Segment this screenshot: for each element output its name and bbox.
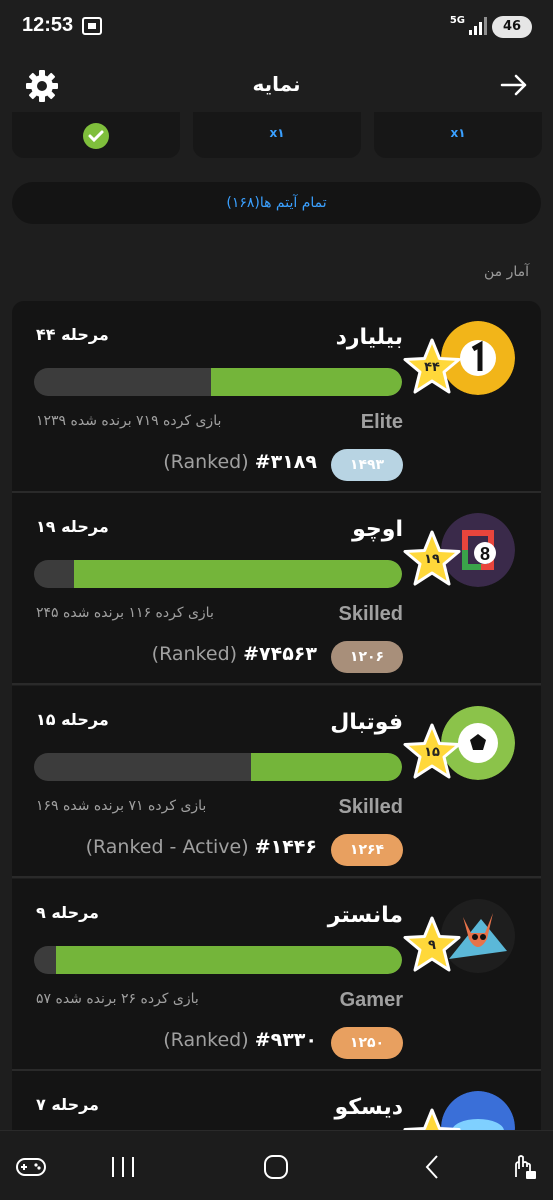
item-card-3[interactable]: x۱ bbox=[374, 112, 542, 158]
game-stats-card[interactable]: 8 ۱۹ اوچو مرحله ۱۹ Skilled ۲۴۵ بازی کرده ۱۱۶ … bbox=[12, 493, 541, 683]
level-star-icon: ۴۴ bbox=[401, 337, 463, 397]
accessibility-icon bbox=[515, 1155, 536, 1179]
all-items-button[interactable]: تمام آیتم ها(۱۶۸) bbox=[12, 182, 541, 224]
recent-apps-button[interactable] bbox=[108, 1153, 138, 1181]
status-bar: 12:53 5G 46 bbox=[0, 0, 553, 56]
level-progress-bar bbox=[34, 368, 402, 396]
game-stats-card[interactable]: ۹ مانستر مرحله ۹ Gamer ۵۷ بازی کرده ۲۶ برنده… bbox=[12, 879, 541, 1069]
skill-tier: Skilled bbox=[338, 603, 403, 625]
card-divider bbox=[12, 683, 541, 685]
rank-text: (Ranked) #۹۳۳۰ bbox=[163, 1029, 317, 1051]
progress-fill bbox=[56, 946, 402, 974]
games-stats: ۲۴۵ بازی کرده ۱۱۶ برنده شده bbox=[36, 605, 214, 621]
rank-mode: (Ranked) bbox=[163, 1029, 249, 1051]
rank-text: (Ranked - Active) #۱۴۴۶ bbox=[86, 836, 317, 858]
item-card-2[interactable]: x۱ bbox=[193, 112, 361, 158]
game-level: مرحله ۱۵ bbox=[36, 710, 109, 729]
game-name: دیسکو bbox=[334, 1095, 403, 1120]
skill-tier: Elite bbox=[360, 411, 403, 433]
game-name: فوتبال bbox=[330, 710, 403, 735]
game-name: مانستر bbox=[327, 903, 403, 928]
games-stats: ۱۶۹ بازی کرده ۷۱ برنده شده bbox=[36, 798, 207, 814]
rank-text: (Ranked) #۳۱۸۹ bbox=[163, 451, 317, 473]
battery-indicator: 46 bbox=[492, 16, 532, 38]
rank-mode: (Ranked) bbox=[163, 451, 249, 473]
network-indicator: 5G bbox=[449, 15, 465, 26]
accessibility-button[interactable] bbox=[508, 1153, 538, 1181]
svg-text:8: 8 bbox=[480, 544, 490, 564]
page-title: نمایه bbox=[252, 72, 301, 96]
home-button[interactable] bbox=[261, 1153, 291, 1181]
arrow-right-icon bbox=[500, 74, 527, 96]
star-level: ۱۹ bbox=[424, 552, 440, 567]
star-level: ۱۵ bbox=[424, 745, 440, 760]
system-nav-bar bbox=[0, 1130, 553, 1200]
rating-badge: ۱۲۶۴ bbox=[331, 834, 403, 866]
back-icon bbox=[425, 1155, 438, 1179]
home-icon bbox=[264, 1155, 288, 1179]
rating-badge: ۱۲۵۰ bbox=[331, 1027, 403, 1059]
item-count: x۱ bbox=[450, 126, 466, 140]
signal-icon bbox=[469, 17, 487, 35]
game-level: مرحله ۷ bbox=[36, 1095, 99, 1114]
skill-tier: Skilled bbox=[338, 796, 403, 818]
game-launcher-button[interactable] bbox=[16, 1153, 46, 1181]
rank-number: #۷۴۵۶۳ bbox=[243, 643, 317, 665]
star-level: ۴۴ bbox=[424, 360, 440, 375]
progress-fill bbox=[74, 560, 402, 588]
progress-fill bbox=[210, 368, 402, 396]
level-star-icon: ۹ bbox=[401, 915, 463, 975]
check-icon bbox=[83, 123, 109, 149]
skill-tier: Gamer bbox=[339, 989, 403, 1011]
game-level: مرحله ۱۹ bbox=[36, 517, 109, 536]
game-stats-card[interactable]: ۱۵ فوتبال مرحله ۱۵ Skilled ۱۶۹ بازی کرده ۷۱ … bbox=[12, 686, 541, 876]
gamepad-icon bbox=[16, 1158, 46, 1176]
rank-number: #۱۴۴۶ bbox=[254, 836, 317, 858]
rank-number: #۳۱۸۹ bbox=[254, 451, 317, 473]
rank-mode: (Ranked) bbox=[151, 643, 238, 665]
rank-text: (Ranked) #۷۴۵۶۳ bbox=[152, 643, 317, 665]
section-title-my-stats: آمار من bbox=[483, 264, 529, 280]
screen-cast-icon bbox=[82, 17, 102, 35]
game-name: بیلیارد bbox=[335, 325, 403, 350]
games-stats: ۵۷ بازی کرده ۲۶ برنده شده bbox=[36, 991, 199, 1007]
rating-badge: ۱۲۰۶ bbox=[331, 641, 403, 673]
level-progress-bar bbox=[34, 753, 402, 781]
game-level: مرحله ۴۴ bbox=[36, 325, 109, 344]
item-card-1[interactable] bbox=[12, 112, 180, 158]
item-count: x۱ bbox=[269, 126, 285, 140]
game-name: اوچو bbox=[352, 517, 403, 542]
level-star-icon: ۱۵ bbox=[401, 722, 463, 782]
rank-mode: (Ranked - Active) bbox=[85, 836, 249, 858]
rating-badge: ۱۴۹۳ bbox=[331, 449, 403, 481]
card-divider bbox=[12, 876, 541, 878]
progress-fill bbox=[251, 753, 402, 781]
back-button[interactable] bbox=[499, 70, 529, 100]
level-progress-bar bbox=[34, 560, 402, 588]
system-back-button[interactable] bbox=[418, 1153, 448, 1181]
game-stats-card[interactable]: ۴۴ بیلیارد مرحله ۴۴ Elite ۱۲۳۹ بازی کرده ۷۱۹… bbox=[12, 301, 541, 491]
level-progress-bar bbox=[34, 946, 402, 974]
rank-number: #۹۳۳۰ bbox=[254, 1029, 317, 1051]
games-stats: ۱۲۳۹ بازی کرده ۷۱۹ برنده شده bbox=[36, 413, 222, 429]
status-time: 12:53 bbox=[22, 14, 74, 36]
game-level: مرحله ۹ bbox=[36, 903, 99, 922]
recent-apps-icon bbox=[112, 1157, 134, 1177]
level-star-icon: ۱۹ bbox=[401, 529, 463, 589]
star-level: ۹ bbox=[428, 938, 436, 953]
game-stats-card[interactable]: ۷دیسکومرحله ۷ bbox=[12, 1071, 541, 1165]
